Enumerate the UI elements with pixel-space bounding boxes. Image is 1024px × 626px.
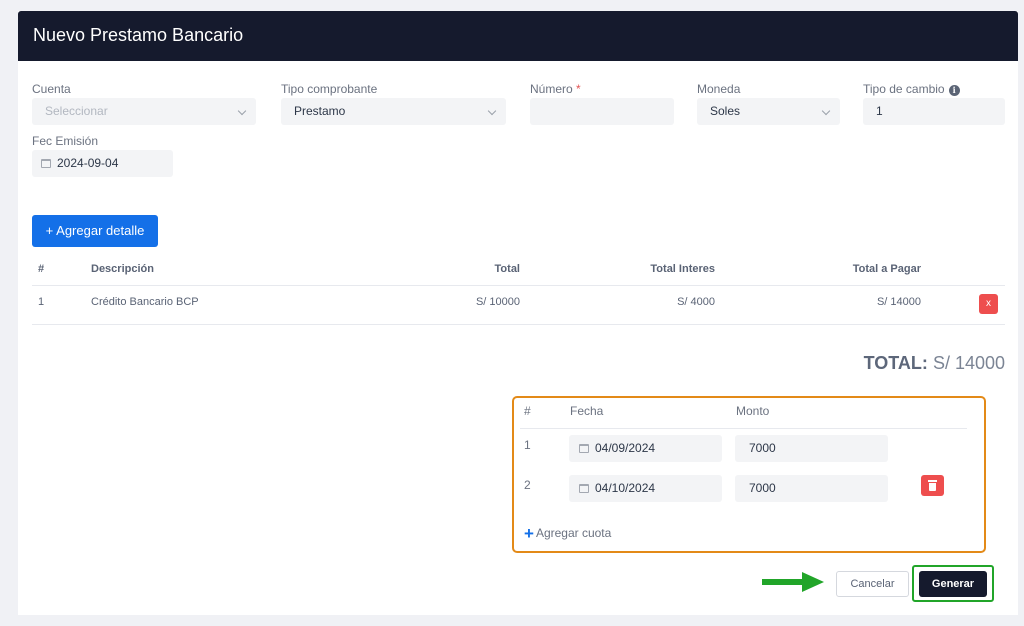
- numero-label: Número *: [530, 82, 581, 96]
- cuota-fecha-input[interactable]: 04/09/2024: [569, 435, 722, 462]
- cuotas-header-index: #: [524, 404, 531, 418]
- cuota-fecha-input[interactable]: 04/10/2024: [569, 475, 722, 502]
- chevron-down-icon: [821, 106, 831, 116]
- cuotas-header-monto: Monto: [736, 404, 770, 418]
- trash-icon: [928, 480, 937, 482]
- total-amount: TOTAL: S/ 14000: [863, 353, 1005, 373]
- detail-header-total-pagar: Total a Pagar: [852, 263, 921, 275]
- detail-row-divider: [32, 324, 1005, 325]
- tipo-cambio-label: Tipo de cambio i: [863, 82, 960, 96]
- detail-header-index: #: [38, 263, 45, 275]
- calendar-icon: [579, 444, 589, 453]
- delete-cuota-button[interactable]: [921, 475, 944, 496]
- modal-header: Nuevo Prestamo Bancario: [18, 11, 1018, 61]
- add-cuota-link[interactable]: + Agregar cuota: [524, 524, 611, 544]
- tipo-comprobante-label: Tipo comprobante: [281, 82, 378, 96]
- detail-header-total: Total: [494, 263, 520, 275]
- detail-header-descripcion: Descripción: [91, 263, 154, 275]
- info-icon[interactable]: i: [948, 85, 960, 96]
- cuenta-select[interactable]: Seleccionar: [32, 98, 256, 125]
- modal: Nuevo Prestamo Bancario Cuenta Tipo comp…: [18, 11, 1018, 615]
- moneda-label: Moneda: [697, 82, 741, 96]
- cancel-button[interactable]: Cancelar: [836, 571, 909, 597]
- add-detail-button[interactable]: + Agregar detalle: [32, 215, 158, 247]
- generate-button[interactable]: Generar: [919, 571, 987, 597]
- calendar-icon: [41, 159, 51, 168]
- detail-row-total: S/ 10000: [475, 296, 520, 308]
- tipo-comprobante-select[interactable]: Prestamo: [281, 98, 506, 125]
- chevron-down-icon: [487, 106, 497, 116]
- plus-icon: +: [524, 524, 534, 543]
- detail-header-total-interes: Total Interes: [650, 263, 715, 275]
- detail-row-total-pagar: S/ 14000: [876, 296, 921, 308]
- cuenta-label: Cuenta: [32, 82, 71, 96]
- modal-title: Nuevo Prestamo Bancario: [33, 25, 244, 45]
- detail-header-divider: [32, 285, 1005, 286]
- delete-detail-button[interactable]: x: [979, 294, 998, 314]
- detail-row-total-interes: S/ 4000: [677, 296, 715, 308]
- arrow-right-icon: [762, 572, 824, 592]
- numero-input[interactable]: [530, 98, 674, 125]
- fec-emision-input[interactable]: 2024-09-04: [32, 150, 173, 177]
- cuota-index: 2: [524, 478, 531, 492]
- cuotas-header-fecha: Fecha: [570, 404, 604, 418]
- moneda-select[interactable]: Soles: [697, 98, 840, 125]
- fec-emision-label: Fec Emisión: [32, 134, 99, 148]
- cuotas-panel: # Fecha Monto 1 04/09/2024 7000 2 04/10/…: [512, 396, 986, 553]
- tipo-cambio-input[interactable]: 1: [863, 98, 1005, 125]
- detail-row-index: 1: [38, 296, 45, 308]
- cuota-monto-input[interactable]: 7000: [735, 435, 888, 462]
- detail-row-descripcion: Crédito Bancario BCP: [91, 296, 199, 308]
- chevron-down-icon: [237, 106, 247, 116]
- calendar-icon: [579, 484, 589, 493]
- cuotas-header-divider: [520, 428, 967, 429]
- cuota-monto-input[interactable]: 7000: [735, 475, 888, 502]
- cuota-index: 1: [524, 438, 531, 452]
- required-mark: *: [576, 82, 581, 96]
